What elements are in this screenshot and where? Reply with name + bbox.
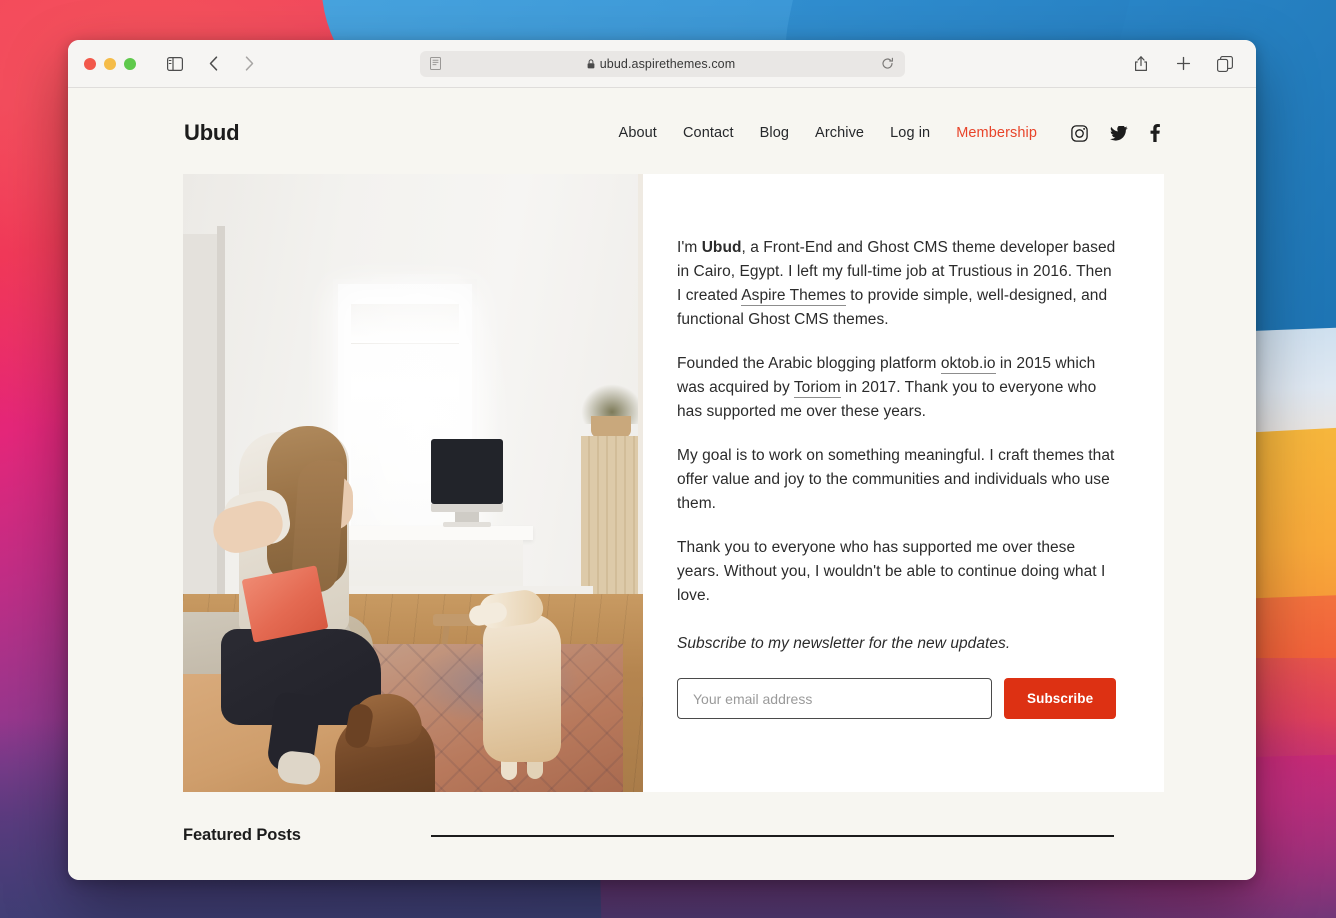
tab-overview-icon[interactable] <box>1210 50 1240 78</box>
featured-posts-divider <box>430 834 1114 837</box>
share-icon[interactable] <box>1126 50 1156 78</box>
close-window-button[interactable] <box>84 57 96 70</box>
subscribe-button[interactable]: Subscribe <box>1004 678 1117 719</box>
bio-paragraph-3: My goal is to work on something meaningf… <box>677 447 1115 512</box>
navigation-buttons[interactable] <box>198 50 264 78</box>
maximize-window-button[interactable] <box>124 57 136 70</box>
bio-column: I'm Ubud, a Front-End and Ghost CMS them… <box>643 174 1165 792</box>
plus-icon[interactable] <box>1168 50 1198 78</box>
nav-link-archive[interactable]: Archive <box>815 125 864 141</box>
window-controls[interactable] <box>84 57 136 70</box>
social-links <box>1071 124 1160 142</box>
email-input[interactable] <box>677 678 992 719</box>
author-photo <box>183 174 643 792</box>
hero-section: I'm Ubud, a Front-End and Ghost CMS them… <box>183 174 1165 792</box>
reload-icon[interactable] <box>879 55 897 73</box>
bio-p1-text-a: I'm <box>677 239 702 256</box>
nav-link-membership[interactable]: Membership <box>956 125 1037 141</box>
featured-posts-header: Featured Posts <box>183 826 1139 845</box>
featured-posts-title: Featured Posts <box>183 826 301 844</box>
site-header: Ubud About Contact Blog Archive Log in M… <box>68 88 1256 174</box>
nav-link-contact[interactable]: Contact <box>683 125 734 141</box>
minimize-window-button[interactable] <box>104 57 116 70</box>
safari-browser-window: ubud.aspirethemes.com Ubud About Contact… <box>68 40 1256 880</box>
facebook-icon[interactable] <box>1150 124 1160 142</box>
url-text: ubud.aspirethemes.com <box>599 56 736 71</box>
chevron-right-icon[interactable] <box>234 50 264 78</box>
lock-icon <box>587 58 595 68</box>
address-bar-text[interactable]: ubud.aspirethemes.com <box>444 57 879 71</box>
site-logo[interactable]: Ubud <box>184 120 240 146</box>
nav-link-blog[interactable]: Blog <box>760 125 789 141</box>
link-oktob-io[interactable]: oktob.io <box>940 355 996 374</box>
bio-paragraph-2: Founded the Arabic blogging platform okt… <box>677 352 1116 424</box>
address-bar[interactable]: ubud.aspirethemes.com <box>419 50 905 77</box>
twitter-icon[interactable] <box>1110 125 1128 141</box>
sidebar-icon[interactable] <box>160 50 190 78</box>
instagram-icon[interactable] <box>1071 124 1088 142</box>
web-page-content: Ubud About Contact Blog Archive Log in M… <box>68 88 1256 880</box>
browser-toolbar: ubud.aspirethemes.com <box>68 40 1256 88</box>
link-aspire-themes[interactable]: Aspire Themes <box>741 287 846 306</box>
bio-paragraph-1: I'm Ubud, a Front-End and Ghost CMS them… <box>677 236 1116 332</box>
chevron-left-icon[interactable] <box>198 50 228 78</box>
bio-paragraph-4: Thank you to everyone who has supported … <box>677 539 1106 604</box>
newsletter-form: Subscribe <box>677 678 1117 719</box>
nav-link-login[interactable]: Log in <box>890 125 930 141</box>
toolbar-right-actions <box>1126 50 1240 78</box>
newsletter-prompt: Subscribe to my newsletter for the new u… <box>677 635 1011 652</box>
reader-view-icon[interactable] <box>428 56 444 72</box>
bio-p2-text-a: Founded the Arabic blogging platform <box>677 355 941 372</box>
main-navigation: About Contact Blog Archive Log in Member… <box>619 124 1208 142</box>
nav-link-about[interactable]: About <box>619 125 657 141</box>
bio-p1-bold: Ubud <box>701 239 742 256</box>
link-toriom[interactable]: Toriom <box>793 379 841 398</box>
